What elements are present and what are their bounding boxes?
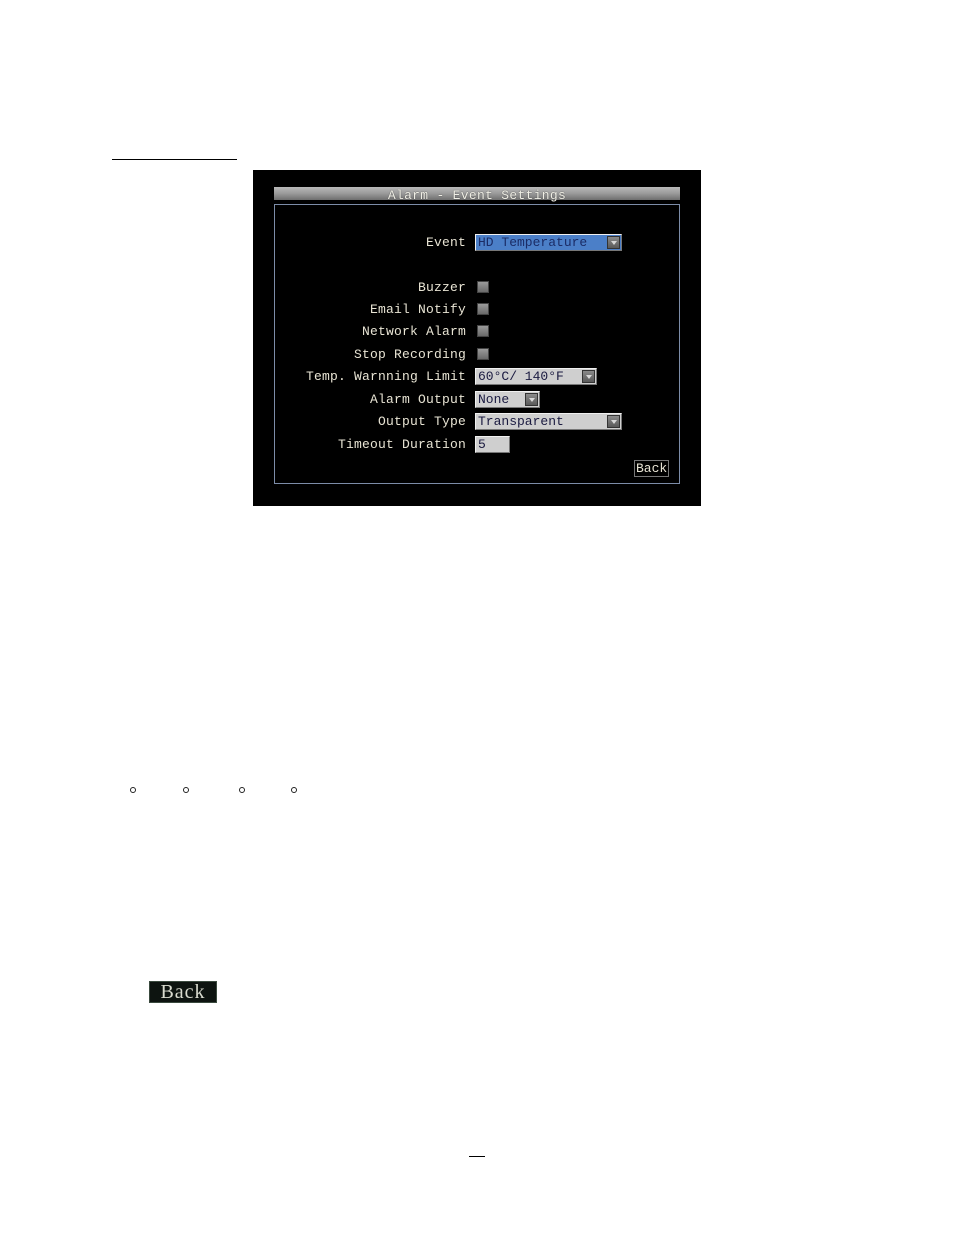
timeout-label: Timeout Duration [337, 437, 466, 452]
stop-recording-checkbox[interactable] [477, 348, 489, 360]
temp-limit-label: Temp. Warnning Limit [305, 369, 466, 384]
alarm-output-value: None [478, 392, 510, 407]
back-button[interactable]: Back [634, 460, 670, 477]
temp-limit-dropdown[interactable]: 60°C/ 140°F [475, 368, 597, 385]
network-alarm-checkbox[interactable] [477, 325, 489, 337]
timeout-input[interactable]: 5 [475, 436, 510, 453]
email-notify-label: Email Notify [369, 302, 466, 317]
bullet-icon [291, 787, 297, 793]
output-type-label: Output Type [377, 414, 466, 429]
output-type-dropdown[interactable]: Transparent [475, 413, 622, 430]
dialog-title-bar: Alarm - Event Settings [274, 187, 680, 203]
header-rule [112, 159, 237, 160]
timeout-value: 5 [478, 437, 486, 452]
chevron-down-icon[interactable] [525, 393, 538, 406]
temp-limit-value: 60°C/ 140°F [478, 369, 564, 384]
bullet-icon [239, 787, 245, 793]
event-dropdown[interactable]: HD Temperature [475, 234, 622, 251]
dvr-screenshot: Alarm - Event Settings Event HD Temperat… [253, 170, 701, 506]
chevron-down-icon[interactable] [607, 236, 620, 249]
bullet-icon [183, 787, 189, 793]
alarm-output-label: Alarm Output [369, 392, 466, 407]
email-notify-checkbox[interactable] [477, 303, 489, 315]
network-alarm-label: Network Alarm [361, 324, 466, 339]
alarm-output-dropdown[interactable]: None [475, 391, 540, 408]
footer-rule [469, 1156, 485, 1157]
back-button-image: Back [149, 981, 217, 1003]
stop-recording-label: Stop Recording [353, 347, 466, 362]
output-type-value: Transparent [478, 414, 564, 429]
chevron-down-icon[interactable] [582, 370, 595, 383]
bullet-icon [130, 787, 136, 793]
chevron-down-icon[interactable] [607, 415, 620, 428]
dialog-title: Alarm - Event Settings [387, 188, 567, 203]
event-label: Event [425, 235, 466, 250]
buzzer-label: Buzzer [417, 280, 466, 295]
buzzer-checkbox[interactable] [477, 281, 489, 293]
event-value: HD Temperature [478, 235, 588, 250]
